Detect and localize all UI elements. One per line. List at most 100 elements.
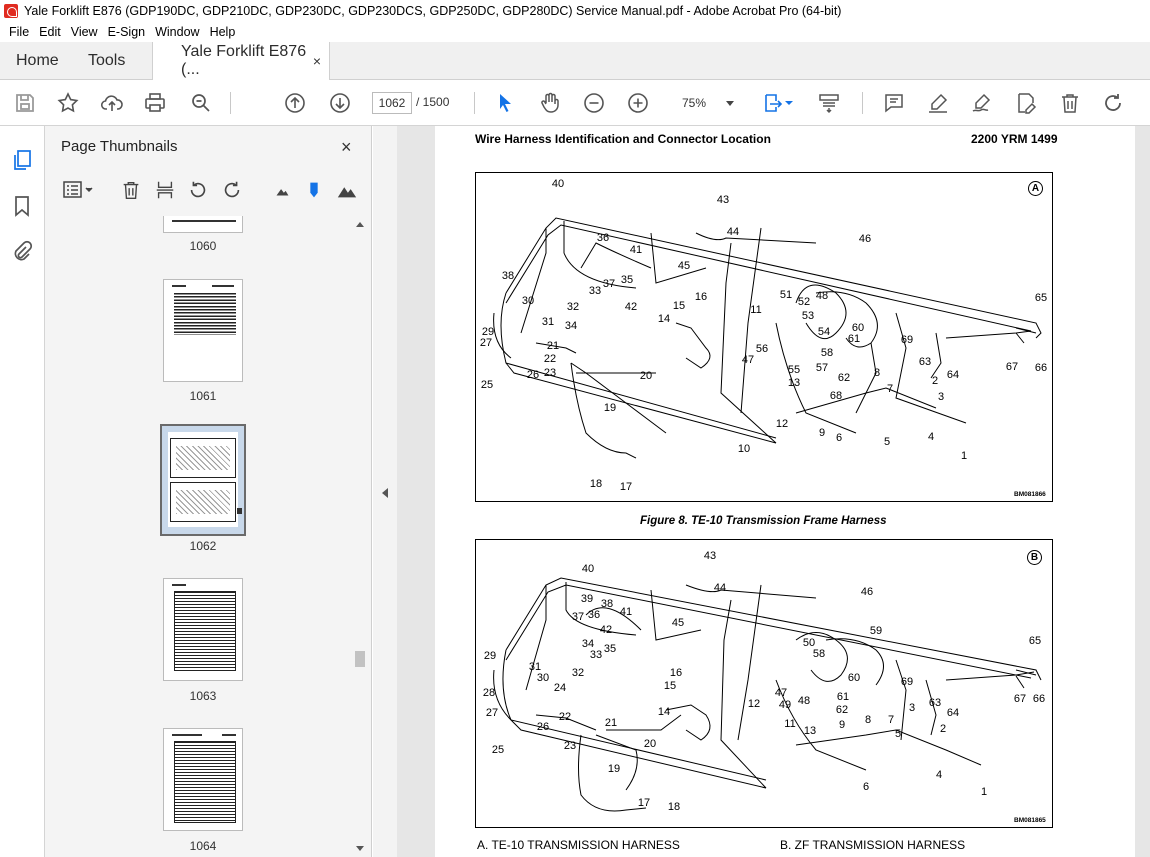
menu-file[interactable]: File <box>4 25 34 39</box>
callout-label-67: 67 <box>1014 693 1026 705</box>
page-thumbnail[interactable] <box>163 279 243 382</box>
next-page-icon[interactable] <box>327 90 353 116</box>
callout-label-17: 17 <box>620 481 632 493</box>
callout-label-14: 14 <box>658 706 670 718</box>
callout-label-8: 8 <box>865 714 871 726</box>
harness-wire <box>1015 669 1037 689</box>
zoom-search-icon[interactable] <box>188 90 214 116</box>
bookmarks-icon[interactable] <box>10 194 34 218</box>
harness-wire <box>737 584 762 741</box>
callout-label-7: 7 <box>887 383 893 395</box>
menu-window[interactable]: Window <box>150 25 204 39</box>
acrobat-window: Yale Forklift E876 (GDP190DC, GDP210DC, … <box>0 0 1150 857</box>
figure-b-diagram: 1 2 3 4 5 6 7 8 9 11 12 13 14 15 16 17 18 19 20 21 22 23 24 25 2… <box>475 539 1053 828</box>
callout-label-42: 42 <box>625 301 637 313</box>
callout-label-40: 40 <box>552 178 564 190</box>
edit-pdf-icon[interactable] <box>1013 90 1039 116</box>
callout-label-29: 29 <box>484 650 496 662</box>
page-thumbnail[interactable] <box>163 216 243 233</box>
menu-esign[interactable]: E-Sign <box>103 25 151 39</box>
callout-label-12: 12 <box>776 418 788 430</box>
harness-wire <box>930 332 942 379</box>
zoom-in-icon[interactable] <box>625 90 651 116</box>
callout-label-16: 16 <box>695 291 707 303</box>
page-thumbnail[interactable] <box>163 728 243 831</box>
tab-home[interactable]: Home <box>16 42 59 80</box>
toolbar-divider <box>862 92 863 114</box>
menu-edit[interactable]: Edit <box>34 25 66 39</box>
thumbnail-size-small-icon[interactable] <box>270 178 294 202</box>
zoom-level-select[interactable]: 75% <box>666 92 742 114</box>
callout-label-14: 14 <box>658 313 670 325</box>
callout-label-25: 25 <box>481 379 493 391</box>
harness-wire <box>685 584 817 599</box>
comment-icon[interactable] <box>881 90 907 116</box>
panel-collapse-gutter[interactable] <box>373 126 397 857</box>
callout-label-27: 27 <box>486 707 498 719</box>
callout-label-58: 58 <box>821 347 833 359</box>
rotate-clockwise-icon[interactable] <box>220 178 244 202</box>
panel-title: Page Thumbnails <box>61 138 178 155</box>
page-thumbnail[interactable] <box>163 578 243 681</box>
tab-document[interactable]: Yale Forklift E876 (... × <box>152 42 330 80</box>
prev-page-icon[interactable] <box>282 90 308 116</box>
rotate-counterclockwise-icon[interactable] <box>186 178 210 202</box>
callout-label-38: 38 <box>502 270 514 282</box>
harness-drawing-b: 12345678911121314151617 18192021222324252… <box>483 550 1045 813</box>
scroll-mode-icon[interactable] <box>816 90 842 116</box>
callout-label-61: 61 <box>837 691 849 703</box>
document-scrollbar[interactable] <box>1136 126 1150 857</box>
harness-wire <box>505 217 1042 339</box>
bookmark-star-icon[interactable] <box>55 90 81 116</box>
callout-label-1: 1 <box>981 786 987 798</box>
draw-sign-icon[interactable] <box>969 90 995 116</box>
callout-label-49: 49 <box>779 699 791 711</box>
attachments-paperclip-icon[interactable] <box>10 240 34 264</box>
harness-wire <box>493 312 512 359</box>
save-icon[interactable] <box>12 90 38 116</box>
page-thumbnail-selected[interactable] <box>160 424 246 536</box>
hand-tool-icon[interactable] <box>537 90 563 116</box>
fit-page-icon[interactable] <box>760 90 786 116</box>
fit-page-dropdown-icon[interactable] <box>784 90 794 116</box>
callout-label-64: 64 <box>947 369 959 381</box>
extract-pages-icon[interactable] <box>153 178 177 202</box>
tab-close-icon[interactable]: × <box>313 53 321 69</box>
menu-help[interactable]: Help <box>205 25 241 39</box>
navigation-rail <box>0 126 45 857</box>
thumbnail-label: 1062 <box>189 539 217 553</box>
callout-label-63: 63 <box>919 356 931 368</box>
thumbnail-size-large-icon[interactable] <box>335 178 359 202</box>
delete-trash-icon[interactable] <box>1057 90 1083 116</box>
thumbnails-scrollbar[interactable] <box>354 216 366 857</box>
page-thumbnails-icon[interactable] <box>10 148 34 172</box>
menu-view[interactable]: View <box>66 25 103 39</box>
highlight-pen-icon[interactable] <box>925 90 951 116</box>
document-view[interactable]: Wire Harness Identification and Connecto… <box>397 126 1150 857</box>
harness-wire <box>675 322 711 369</box>
delete-pages-icon[interactable] <box>119 178 143 202</box>
figure-code: BM081866 <box>1014 491 1046 498</box>
callout-label-43: 43 <box>704 550 716 562</box>
page-header-code: 2200 YRM 1499 <box>971 132 1058 146</box>
thumbnail-size-slider-icon[interactable] <box>302 178 326 202</box>
panel-close-icon[interactable]: × <box>341 137 352 158</box>
rotate-clockwise-icon[interactable] <box>1100 90 1126 116</box>
tab-tools[interactable]: Tools <box>88 42 125 80</box>
callout-label-13: 13 <box>788 377 800 389</box>
thumbnail-options-icon[interactable] <box>59 178 99 202</box>
menu-bar: File Edit View E-Sign Window Help <box>0 22 1150 42</box>
collapse-arrow-icon[interactable] <box>382 488 388 498</box>
print-icon[interactable] <box>142 90 168 116</box>
callout-label-29: 29 <box>482 326 494 338</box>
page-number-input[interactable]: 1062 <box>372 92 412 114</box>
upload-cloud-icon[interactable] <box>99 90 125 116</box>
harness-wire <box>505 224 1032 332</box>
callout-label-69: 69 <box>901 676 913 688</box>
callout-label-31: 31 <box>529 661 541 673</box>
page-header-title: Wire Harness Identification and Connecto… <box>475 132 771 146</box>
callout-label-4: 4 <box>928 431 934 443</box>
zoom-out-icon[interactable] <box>581 90 607 116</box>
select-cursor-icon[interactable] <box>492 90 518 116</box>
callout-label-26: 26 <box>537 721 549 733</box>
